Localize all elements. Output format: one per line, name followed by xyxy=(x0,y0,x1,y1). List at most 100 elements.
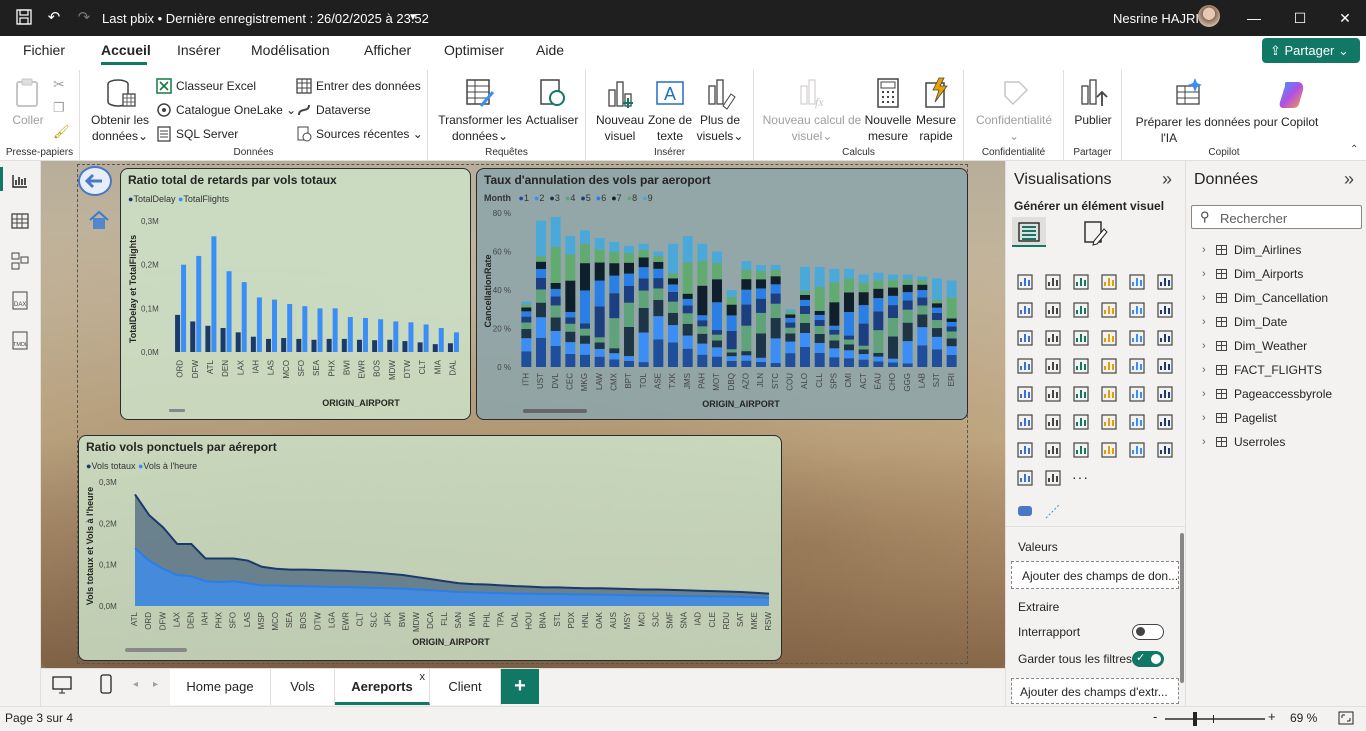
chevron-right-icon[interactable]: › xyxy=(1202,409,1206,427)
text-filter-icon[interactable] xyxy=(1044,469,1062,487)
menu-view[interactable]: Afficher xyxy=(364,42,411,58)
delay-ratio-chart[interactable]: Ratio total de retards par vols totaux ●… xyxy=(120,168,471,420)
keep-filters-toggle[interactable]: ✓ xyxy=(1132,651,1164,667)
kpi-icon[interactable] xyxy=(1016,385,1034,403)
pie-icon[interactable] xyxy=(1100,329,1118,347)
zoom-slider[interactable] xyxy=(1165,712,1265,726)
arcgis-icon[interactable] xyxy=(1072,441,1090,459)
model-view-icon[interactable] xyxy=(8,249,32,273)
format-visual-tab[interactable] xyxy=(1080,217,1110,247)
scroll-right-icon[interactable]: ▸ xyxy=(153,679,158,690)
copilot-icon[interactable] xyxy=(1278,78,1310,110)
stacked-column-icon[interactable] xyxy=(1044,273,1062,291)
menu-file[interactable]: Fichier xyxy=(23,42,65,58)
area-icon[interactable] xyxy=(1044,301,1062,319)
paste-button[interactable]: Coller xyxy=(8,76,48,128)
multirow-card-icon[interactable] xyxy=(1156,357,1174,375)
narrative-icon[interactable] xyxy=(1100,413,1118,431)
clustered-column-icon[interactable] xyxy=(1100,273,1118,291)
tab-vols[interactable]: Vols xyxy=(271,669,335,705)
custom-visual-1-icon[interactable] xyxy=(1016,502,1034,520)
close-icon[interactable]: ✕ xyxy=(1335,8,1355,28)
matrix-icon[interactable] xyxy=(1100,385,1118,403)
ontime-ratio-chart[interactable]: Ratio vols ponctuels par aéreport ●Vols … xyxy=(78,435,782,661)
cut-icon[interactable]: ✂ xyxy=(53,76,65,93)
collapse-pane-icon[interactable]: » xyxy=(1344,169,1354,190)
redo-icon[interactable]: ↷ xyxy=(74,8,94,28)
enter-data-button[interactable]: Entrer des données xyxy=(296,76,421,96)
chevron-right-icon[interactable]: › xyxy=(1202,289,1206,307)
undo-icon[interactable]: ↶ xyxy=(44,8,64,28)
onelake-catalog-button[interactable]: Catalogue OneLake ⌄ xyxy=(156,100,296,120)
custom-3-icon[interactable] xyxy=(1156,441,1174,459)
collapse-ribbon-icon[interactable]: ⌃ xyxy=(1350,144,1358,155)
key-influencers-icon[interactable] xyxy=(1016,413,1034,431)
avatar[interactable] xyxy=(1198,5,1220,27)
clustered-bar-icon[interactable] xyxy=(1072,273,1090,291)
slicer-icon[interactable] xyxy=(1044,385,1062,403)
line-column-icon[interactable] xyxy=(1128,301,1146,319)
zoom-out-button[interactable]: - xyxy=(1153,709,1157,724)
power-apps-icon[interactable] xyxy=(1016,441,1034,459)
title-dropdown-icon[interactable]: ▼ xyxy=(403,8,423,28)
r-visual-icon[interactable] xyxy=(1128,385,1146,403)
fit-to-page-icon[interactable] xyxy=(1338,711,1354,725)
build-visual-tab[interactable] xyxy=(1012,217,1046,247)
automate-icon[interactable] xyxy=(1044,441,1062,459)
chevron-right-icon[interactable]: › xyxy=(1202,241,1206,259)
dax-query-view-icon[interactable]: DAX xyxy=(8,289,32,313)
tmdl-view-icon[interactable]: TMDL xyxy=(8,329,32,353)
sql-server-button[interactable]: SQL Server xyxy=(156,124,238,144)
search-box[interactable]: ⚲ Rechercher xyxy=(1191,205,1362,229)
dataverse-button[interactable]: Dataverse xyxy=(296,100,371,120)
field-table-item[interactable]: › Dim_Date xyxy=(1198,313,1287,331)
refresh-button[interactable]: Actualiser xyxy=(524,76,580,128)
menu-optimize[interactable]: Optimiser xyxy=(444,42,504,58)
mobile-layout-icon[interactable] xyxy=(99,673,113,695)
field-table-item[interactable]: › Dim_Airports xyxy=(1198,265,1303,283)
search-input[interactable]: Rechercher xyxy=(1220,211,1287,226)
map-icon[interactable] xyxy=(1016,357,1034,375)
field-table-item[interactable]: › Pagelist xyxy=(1198,409,1277,427)
more-visuals-ellipsis[interactable]: ··· xyxy=(1072,469,1089,485)
100-bar-icon[interactable] xyxy=(1128,273,1146,291)
new-visual-calc-button[interactable]: fx Nouveau calcul de visuel⌄ xyxy=(760,76,864,144)
scatter-icon[interactable] xyxy=(1072,329,1090,347)
custom-visual-2-icon[interactable] xyxy=(1044,502,1062,520)
decomposition-icon[interactable] xyxy=(1044,413,1062,431)
new-visual-button[interactable]: Nouveau visuel xyxy=(592,76,648,144)
scroll-left-icon[interactable]: ◂ xyxy=(133,679,138,690)
quick-measure-button[interactable]: Mesure rapide xyxy=(912,76,960,144)
menu-modeling[interactable]: Modélisation xyxy=(251,42,330,58)
field-table-item[interactable]: › Userroles xyxy=(1198,433,1285,451)
cancellation-rate-chart[interactable]: Taux d'annulation des vols par aeroport … xyxy=(476,168,968,420)
copy-icon[interactable]: ❐ xyxy=(53,100,65,116)
custom-1-icon[interactable] xyxy=(1100,441,1118,459)
chevron-right-icon[interactable]: › xyxy=(1202,433,1206,451)
card-icon[interactable] xyxy=(1128,357,1146,375)
chevron-right-icon[interactable]: › xyxy=(1202,385,1206,403)
100-area-icon[interactable] xyxy=(1100,301,1118,319)
excel-workbook-button[interactable]: Classeur Excel xyxy=(156,76,256,96)
ribbon-icon[interactable] xyxy=(1156,301,1174,319)
collapse-pane-icon[interactable]: » xyxy=(1162,169,1172,190)
table-view-icon[interactable] xyxy=(8,209,32,233)
report-view-icon[interactable] xyxy=(8,169,32,193)
power-bi-visual-icon[interactable] xyxy=(1016,469,1034,487)
field-table-item[interactable]: › Pageaccessbyrole xyxy=(1198,385,1332,403)
get-data-button[interactable]: Obtenir les données⌄ xyxy=(88,76,152,144)
python-icon[interactable] xyxy=(1156,385,1174,403)
tab-home-page[interactable]: Home page xyxy=(170,669,271,705)
menu-home[interactable]: Accueil xyxy=(101,42,151,58)
cross-report-toggle[interactable] xyxy=(1132,624,1164,640)
chevron-right-icon[interactable]: › xyxy=(1202,337,1206,355)
publish-button[interactable]: Publier xyxy=(1068,76,1118,128)
100-column-icon[interactable] xyxy=(1156,273,1174,291)
back-button[interactable] xyxy=(78,166,112,196)
funnel-icon[interactable] xyxy=(1044,329,1062,347)
transform-data-button[interactable]: Transformer les données⌄ xyxy=(436,76,524,144)
maximize-icon[interactable]: ☐ xyxy=(1290,8,1310,28)
textbox-button[interactable]: A Zone de texte xyxy=(646,76,694,144)
table-icon[interactable] xyxy=(1072,385,1090,403)
tab-aereports[interactable]: Aereports x xyxy=(335,669,430,705)
